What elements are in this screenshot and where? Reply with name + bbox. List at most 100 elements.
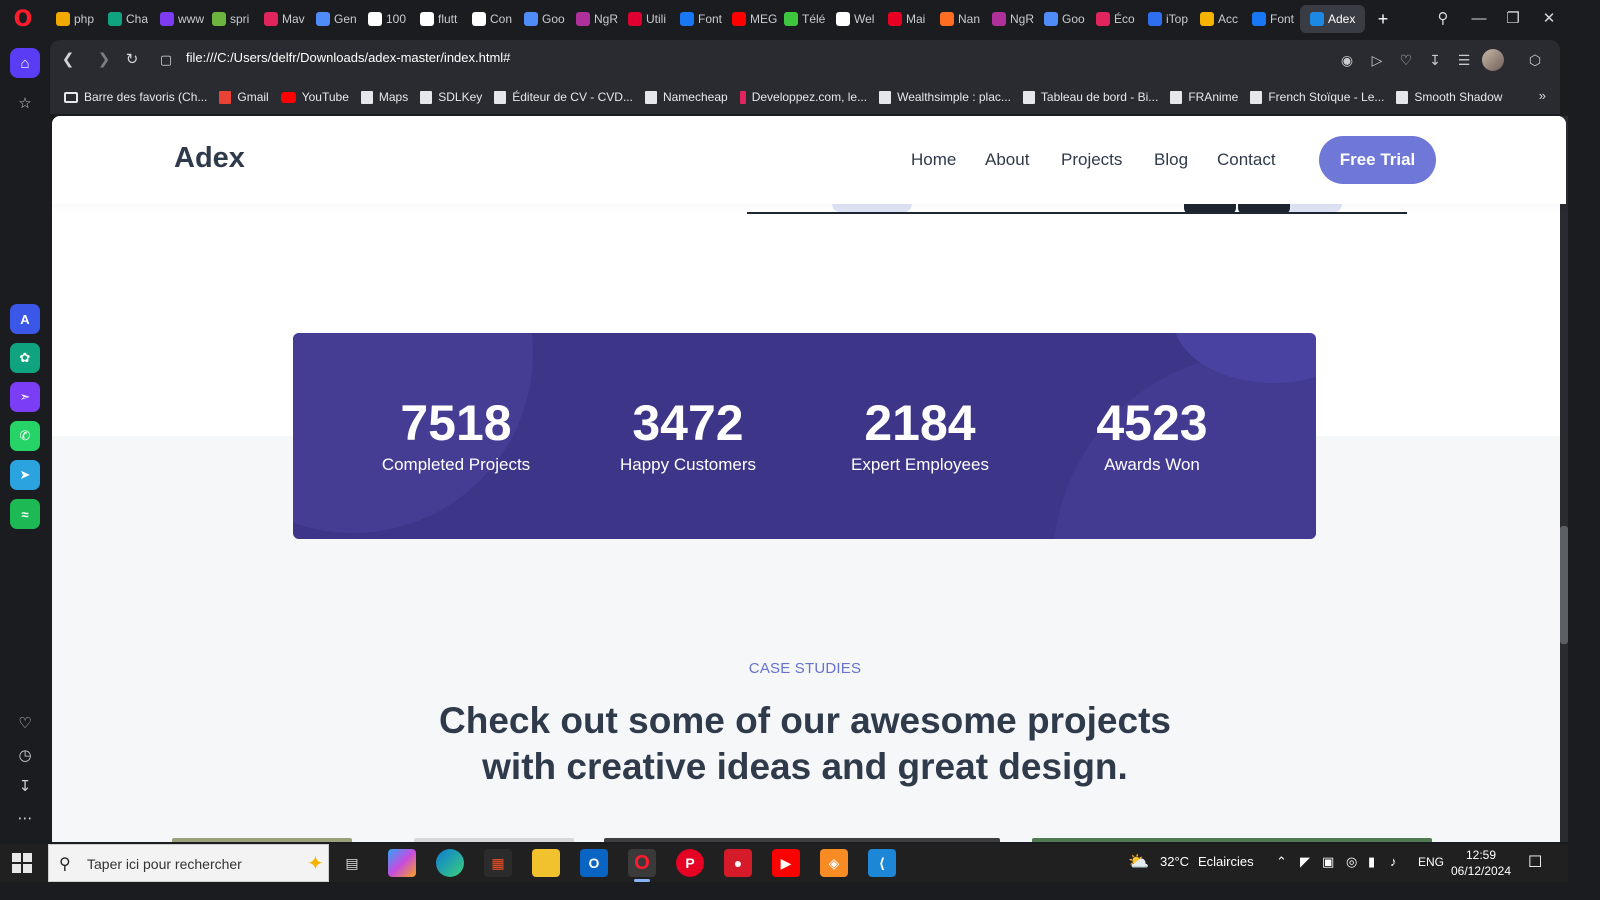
task-view-icon[interactable]: ▤ xyxy=(338,849,366,877)
telegram-app-icon[interactable]: ➤ xyxy=(10,460,40,490)
project-thumbnail[interactable] xyxy=(604,838,1000,842)
bookmark-heart-icon[interactable]: ♡ xyxy=(1395,49,1417,71)
bookmark-item[interactable]: Maps xyxy=(360,90,408,104)
file-explorer-icon[interactable] xyxy=(532,849,560,877)
bookmarks-overflow-icon[interactable]: » xyxy=(1539,88,1546,103)
extensions-icon[interactable]: ⬡ xyxy=(1524,49,1546,71)
outlook-icon[interactable]: O xyxy=(580,849,608,877)
bookmark-item[interactable]: Tableau de bord - Bi... xyxy=(1022,90,1158,104)
tab-22[interactable]: Acc xyxy=(1196,5,1248,33)
nav-blog[interactable]: Blog xyxy=(1154,150,1188,170)
taskbar-search[interactable]: ⚲ Taper ici pour rechercher ✦ xyxy=(48,844,329,882)
aria-app-icon[interactable]: A xyxy=(10,304,40,334)
tab-11[interactable]: Utili xyxy=(624,5,676,33)
tab-21[interactable]: iTop xyxy=(1144,5,1196,33)
youtube-icon[interactable]: ▶ xyxy=(772,849,800,877)
free-trial-button[interactable]: Free Trial xyxy=(1319,136,1436,184)
tab-13[interactable]: MEG xyxy=(728,5,780,33)
close-window-button[interactable]: ✕ xyxy=(1534,6,1564,32)
edge-icon[interactable] xyxy=(436,849,464,877)
taskbar-clock[interactable]: 12:59 06/12/2024 xyxy=(1450,847,1512,879)
play-icon[interactable]: ▷ xyxy=(1366,49,1388,71)
easy-setup-icon[interactable]: ☰ xyxy=(1453,49,1475,71)
maximize-button[interactable]: ❐ xyxy=(1498,6,1528,32)
pinterest-icon[interactable]: P xyxy=(676,849,704,877)
back-button[interactable]: ❮ xyxy=(56,48,80,72)
url-field[interactable]: file:///C:/Users/delfr/Downloads/adex-ma… xyxy=(186,50,510,65)
nav-about[interactable]: About xyxy=(985,150,1029,170)
messenger-app-icon[interactable]: ➣ xyxy=(10,382,40,412)
project-thumbnail[interactable] xyxy=(414,838,574,842)
nav-contact[interactable]: Contact xyxy=(1217,150,1276,170)
nav-home[interactable]: Home xyxy=(911,150,956,170)
tab-9[interactable]: Goo xyxy=(520,5,572,33)
weather-icon[interactable]: ⛅ xyxy=(1128,852,1149,872)
tray-chevron-icon[interactable]: ⌃ xyxy=(1276,854,1287,870)
store-icon[interactable]: ▦ xyxy=(484,849,512,877)
tab-2[interactable]: www xyxy=(156,5,208,33)
bookmark-item[interactable]: French Stoïque - Le... xyxy=(1250,90,1384,104)
star-icon[interactable]: ☆ xyxy=(10,88,40,118)
opera-taskbar-icon[interactable]: O xyxy=(628,849,656,877)
history-icon[interactable]: ◷ xyxy=(10,740,40,770)
vscode-icon[interactable]: ⟨ xyxy=(868,849,896,877)
tab-5[interactable]: Gen xyxy=(312,5,364,33)
page-scrollbar-thumb[interactable] xyxy=(1560,526,1568,644)
project-thumbnail[interactable] xyxy=(1032,838,1432,842)
language-indicator[interactable]: ENG xyxy=(1418,855,1444,869)
project-thumbnail[interactable] xyxy=(172,838,352,842)
tab-4[interactable]: Mav xyxy=(260,5,312,33)
snapshot-icon[interactable]: ◉ xyxy=(1336,49,1358,71)
bookmark-item[interactable]: Namecheap xyxy=(644,90,728,104)
tab-19[interactable]: Goo xyxy=(1040,5,1092,33)
weather-text[interactable]: Eclaircies xyxy=(1198,854,1254,869)
heart-icon[interactable]: ♡ xyxy=(10,708,40,738)
tab-8[interactable]: Con xyxy=(468,5,520,33)
tab-23[interactable]: Font xyxy=(1248,5,1300,33)
tab-20[interactable]: Éco xyxy=(1092,5,1144,33)
site-logo[interactable]: Adex xyxy=(174,142,245,175)
new-tab-button[interactable]: + xyxy=(1372,8,1394,30)
bookmark-item[interactable]: Éditeur de CV - CVD... xyxy=(494,90,633,104)
nav-projects[interactable]: Projects xyxy=(1061,150,1122,170)
bookmark-item[interactable]: FRAnime xyxy=(1170,90,1238,104)
tab-12[interactable]: Font xyxy=(676,5,728,33)
windows-start-icon[interactable] xyxy=(12,853,32,873)
page-scrollbar-track[interactable] xyxy=(1560,116,1568,842)
reload-button[interactable]: ↻ xyxy=(120,48,144,72)
search-tabs-icon[interactable]: ⚲ xyxy=(1428,6,1458,32)
tab-16[interactable]: Mai xyxy=(884,5,936,33)
downloads-icon[interactable]: ↧ xyxy=(10,771,40,801)
bookmark-item[interactable]: YouTube xyxy=(280,90,349,104)
bookmark-item[interactable]: SDLKey xyxy=(420,90,482,104)
bookmark-item[interactable]: Gmail xyxy=(219,90,269,104)
recorder-icon[interactable]: ● xyxy=(724,849,752,877)
download-icon[interactable]: ↧ xyxy=(1424,49,1446,71)
tab-active[interactable]: Adex xyxy=(1300,5,1366,33)
volume-icon[interactable]: ♪ xyxy=(1390,854,1397,869)
tab-17[interactable]: Nan xyxy=(936,5,988,33)
battery-icon[interactable]: ▮ xyxy=(1368,854,1375,870)
spotify-app-icon[interactable]: ≈ xyxy=(10,499,40,529)
home-icon[interactable]: ⌂ xyxy=(10,48,40,78)
copilot-icon[interactable] xyxy=(388,849,416,877)
bookmark-item[interactable]: Developpez.com, le... xyxy=(739,90,867,104)
profile-avatar[interactable] xyxy=(1482,49,1504,71)
opera-logo-icon[interactable]: O xyxy=(10,8,36,32)
bookmark-item[interactable]: Wealthsimple : plac... xyxy=(879,90,1011,104)
chatgpt-app-icon[interactable]: ✿ xyxy=(10,343,40,373)
tab-7[interactable]: flutt xyxy=(416,5,468,33)
tab-10[interactable]: NgR xyxy=(572,5,624,33)
bookmark-item[interactable]: Barre des favoris (Ch... xyxy=(64,90,207,104)
more-icon[interactable]: ⋯ xyxy=(10,803,40,833)
whatsapp-app-icon[interactable]: ✆ xyxy=(10,421,40,451)
tab-14[interactable]: Télé xyxy=(780,5,832,33)
tab-3[interactable]: spri xyxy=(208,5,260,33)
microphone-icon[interactable]: ◎ xyxy=(1346,854,1357,870)
minimize-button[interactable]: — xyxy=(1464,6,1494,32)
tab-6[interactable]: 100 xyxy=(364,5,416,33)
tab-0[interactable]: php xyxy=(52,5,104,33)
tab-18[interactable]: NgR xyxy=(988,5,1040,33)
forward-button[interactable]: ❯ xyxy=(92,48,116,72)
page-info-icon[interactable]: ▢ xyxy=(154,48,178,72)
